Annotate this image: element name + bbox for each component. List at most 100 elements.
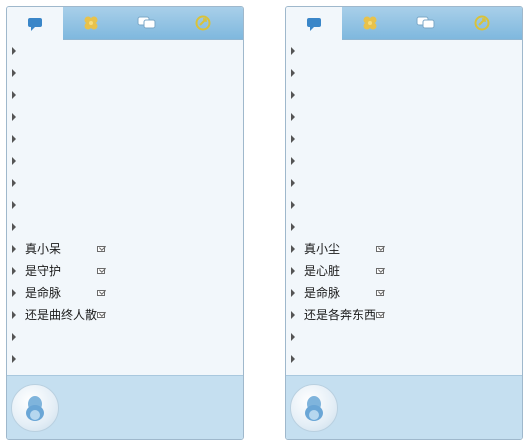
contact-group-row[interactable]: 是心脏 bbox=[286, 260, 522, 282]
contact-group-row[interactable] bbox=[7, 194, 243, 216]
circular-arrow-icon bbox=[195, 15, 211, 31]
circular-arrow-icon bbox=[474, 15, 490, 31]
expand-arrow-icon[interactable] bbox=[291, 69, 295, 77]
expand-arrow-icon[interactable] bbox=[291, 311, 295, 319]
contact-group-row[interactable] bbox=[7, 172, 243, 194]
avatar[interactable] bbox=[11, 384, 59, 432]
contact-group-row[interactable] bbox=[286, 128, 522, 150]
expand-arrow-icon[interactable] bbox=[291, 135, 295, 143]
contact-group-row[interactable] bbox=[286, 194, 522, 216]
expand-arrow-icon[interactable] bbox=[12, 311, 16, 319]
bottom-bar bbox=[7, 375, 243, 439]
expand-arrow-icon[interactable] bbox=[291, 333, 295, 341]
contact-group-row[interactable] bbox=[286, 348, 522, 370]
expand-arrow-icon[interactable] bbox=[291, 113, 295, 121]
mail-icon[interactable] bbox=[376, 290, 384, 296]
contact-panel-right: 真小尘是心脏是命脉还是各奔东西 bbox=[285, 6, 523, 440]
tab-chat[interactable] bbox=[7, 7, 63, 40]
contact-group-row[interactable] bbox=[7, 216, 243, 238]
expand-arrow-icon[interactable] bbox=[12, 267, 16, 275]
tab-favorites[interactable] bbox=[342, 7, 398, 39]
contact-group-row[interactable] bbox=[7, 326, 243, 348]
expand-arrow-icon[interactable] bbox=[291, 47, 295, 55]
tab-bar bbox=[7, 7, 243, 40]
expand-arrow-icon[interactable] bbox=[12, 289, 16, 297]
contact-group-row[interactable] bbox=[286, 172, 522, 194]
expand-arrow-icon[interactable] bbox=[12, 135, 16, 143]
tab-recent[interactable] bbox=[175, 7, 231, 39]
expand-arrow-icon[interactable] bbox=[12, 223, 16, 231]
clover-icon bbox=[363, 16, 377, 30]
tab-favorites[interactable] bbox=[63, 7, 119, 39]
expand-arrow-icon[interactable] bbox=[291, 355, 295, 363]
expand-arrow-icon[interactable] bbox=[291, 201, 295, 209]
mail-icon[interactable] bbox=[97, 268, 105, 274]
contact-name: 是守护 bbox=[25, 264, 62, 278]
mail-icon[interactable] bbox=[97, 246, 105, 252]
expand-arrow-icon[interactable] bbox=[12, 69, 16, 77]
group-chat-icon bbox=[137, 16, 156, 29]
expand-arrow-icon[interactable] bbox=[12, 179, 16, 187]
expand-arrow-icon[interactable] bbox=[291, 267, 295, 275]
expand-arrow-icon[interactable] bbox=[12, 113, 16, 121]
contact-group-row[interactable] bbox=[7, 62, 243, 84]
contact-name: 真小呆 bbox=[25, 242, 62, 256]
contact-group-row[interactable]: 还是曲终人散 bbox=[7, 304, 243, 326]
contact-group-row[interactable] bbox=[286, 106, 522, 128]
tab-groups[interactable] bbox=[398, 7, 454, 39]
contact-group-row[interactable]: 是命脉 bbox=[286, 282, 522, 304]
contact-name: 还是曲终人散 bbox=[25, 308, 97, 322]
tab-chat[interactable] bbox=[286, 7, 342, 40]
contact-name: 是命脉 bbox=[25, 286, 62, 300]
mail-icon[interactable] bbox=[376, 268, 384, 274]
expand-arrow-icon[interactable] bbox=[12, 201, 16, 209]
tab-groups[interactable] bbox=[119, 7, 175, 39]
expand-arrow-icon[interactable] bbox=[12, 47, 16, 55]
expand-arrow-icon[interactable] bbox=[12, 333, 16, 341]
expand-arrow-icon[interactable] bbox=[291, 289, 295, 297]
contact-group-row[interactable] bbox=[286, 84, 522, 106]
mail-icon[interactable] bbox=[97, 312, 105, 318]
bottom-bar bbox=[286, 375, 522, 439]
mail-icon[interactable] bbox=[376, 246, 384, 252]
expand-arrow-icon[interactable] bbox=[291, 223, 295, 231]
contact-group-row[interactable]: 真小尘 bbox=[286, 238, 522, 260]
contact-group-row[interactable] bbox=[286, 40, 522, 62]
contact-group-row[interactable] bbox=[7, 40, 243, 62]
contact-group-row[interactable] bbox=[286, 150, 522, 172]
qq-penguin-icon bbox=[26, 396, 44, 421]
mail-icon[interactable] bbox=[376, 312, 384, 318]
contact-group-row[interactable] bbox=[7, 348, 243, 370]
expand-arrow-icon[interactable] bbox=[291, 245, 295, 253]
avatar[interactable] bbox=[290, 384, 338, 432]
contact-group-row[interactable] bbox=[7, 128, 243, 150]
contact-group-row[interactable] bbox=[7, 150, 243, 172]
contact-group-row[interactable]: 真小呆 bbox=[7, 238, 243, 260]
contact-group-row[interactable] bbox=[286, 62, 522, 84]
clover-icon bbox=[84, 16, 98, 30]
expand-arrow-icon[interactable] bbox=[12, 245, 16, 253]
tab-bar bbox=[286, 7, 522, 40]
contact-group-row[interactable] bbox=[7, 106, 243, 128]
contact-group-row[interactable] bbox=[7, 84, 243, 106]
contact-group-row[interactable] bbox=[286, 216, 522, 238]
tab-recent[interactable] bbox=[454, 7, 510, 39]
contact-list: 真小呆是守护是命脉还是曲终人散 bbox=[7, 40, 243, 370]
contact-group-row[interactable] bbox=[286, 326, 522, 348]
chat-bubble-icon bbox=[307, 17, 321, 31]
contact-name: 是命脉 bbox=[304, 286, 341, 300]
contact-group-row[interactable]: 还是各奔东西 bbox=[286, 304, 522, 326]
contact-group-row[interactable]: 是守护 bbox=[7, 260, 243, 282]
contact-name: 还是各奔东西 bbox=[304, 308, 376, 322]
expand-arrow-icon[interactable] bbox=[12, 157, 16, 165]
contact-group-row[interactable]: 是命脉 bbox=[7, 282, 243, 304]
expand-arrow-icon[interactable] bbox=[12, 91, 16, 99]
contact-name: 真小尘 bbox=[304, 242, 341, 256]
expand-arrow-icon[interactable] bbox=[291, 179, 295, 187]
expand-arrow-icon[interactable] bbox=[291, 91, 295, 99]
contact-name: 是心脏 bbox=[304, 264, 341, 278]
expand-arrow-icon[interactable] bbox=[12, 355, 16, 363]
expand-arrow-icon[interactable] bbox=[291, 157, 295, 165]
mail-icon[interactable] bbox=[97, 290, 105, 296]
group-chat-icon bbox=[416, 16, 435, 29]
